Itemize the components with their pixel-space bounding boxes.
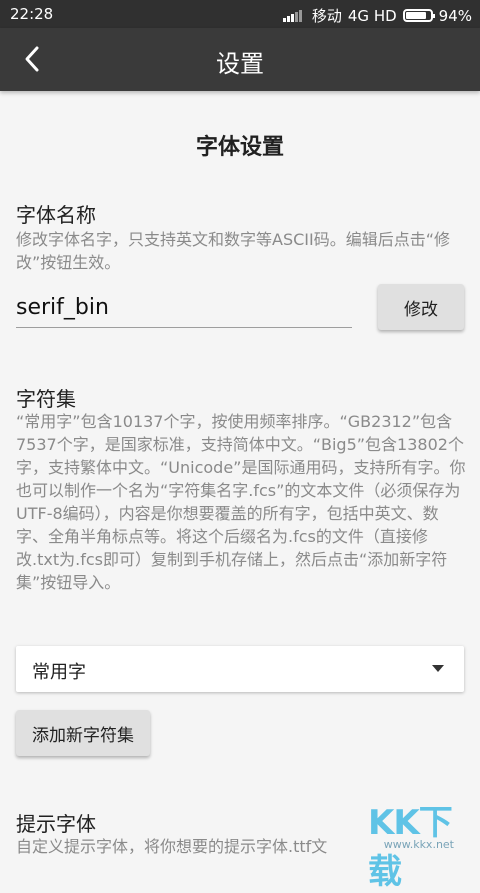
add-charset-button[interactable]: 添加新字符集 — [16, 710, 150, 756]
watermark-url: www.kkx.net — [383, 838, 454, 851]
charset-label: 字符集 — [16, 387, 76, 411]
font-name-label: 字体名称 — [16, 203, 96, 227]
charset-description: “常用字”包含10137个字，按使用频率排序。“GB2312”包含7537个字，… — [16, 412, 466, 592]
charset-select[interactable]: 常用字 — [16, 646, 464, 692]
dropdown-arrow-icon — [432, 665, 444, 672]
font-name-description: 修改字体名字，只支持英文和数字等ASCII码。编辑后点击“修改”按钮生效。 — [16, 230, 451, 272]
hint-font-label: 提示字体 — [16, 812, 96, 836]
font-name-input[interactable] — [16, 287, 352, 328]
status-bar: 22:28 移动 4G HD 94% — [0, 0, 480, 28]
battery-icon — [402, 9, 435, 22]
watermark: KK下载 www.kkx.net — [358, 795, 480, 892]
status-time: 22:28 — [10, 5, 54, 23]
status-network: 4G HD — [347, 6, 397, 25]
charset-selected: 常用字 — [32, 662, 86, 683]
modify-button[interactable]: 修改 — [378, 284, 464, 330]
status-battery: 94% — [438, 6, 472, 25]
signal-icon — [282, 9, 302, 22]
page-title: 设置 — [216, 50, 264, 78]
status-carrier: 移动 — [311, 7, 342, 25]
app-bar: 设置 — [0, 28, 480, 91]
status-right: 移动 4G HD 94% — [282, 5, 472, 26]
section-title: 字体设置 — [195, 135, 284, 160]
